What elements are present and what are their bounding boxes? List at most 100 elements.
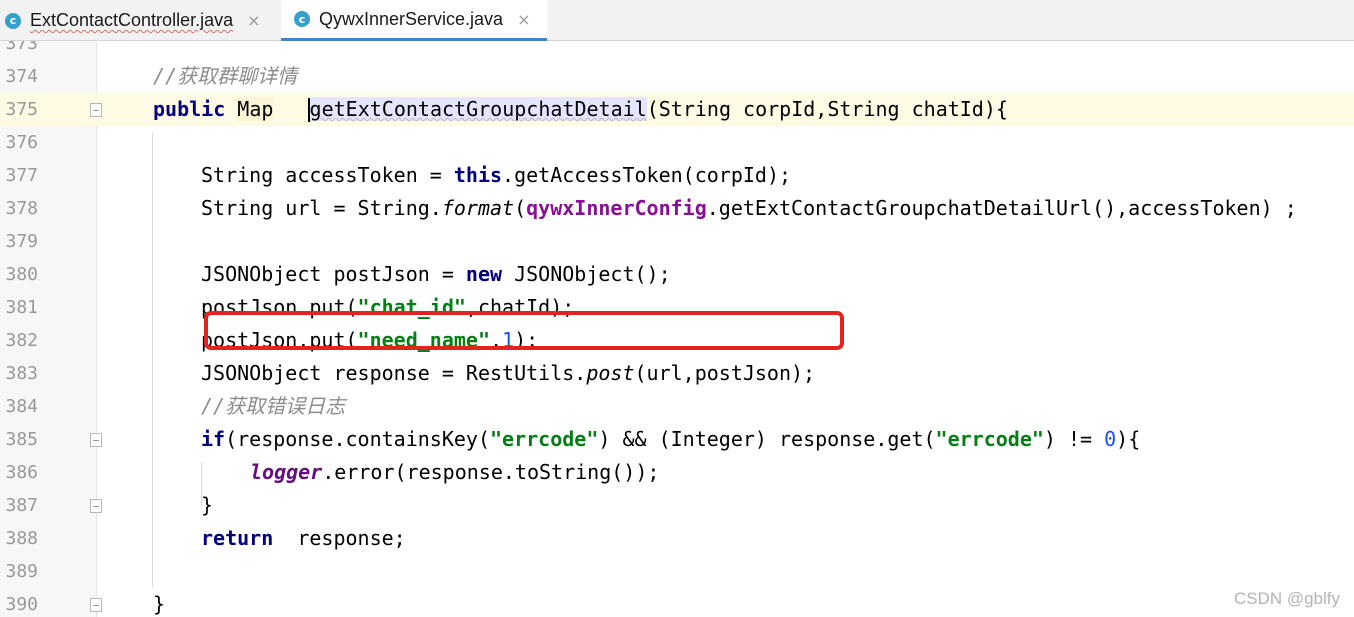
line-number: 390 — [5, 594, 38, 615]
code-text: } — [153, 588, 165, 617]
tab-extcontactcontroller[interactable]: c ExtContactController.java × — [0, 0, 281, 41]
code-text: public Map getExtContactGroupchatDetail(… — [153, 93, 1008, 126]
code-token: "errcode" — [935, 427, 1044, 451]
code-line[interactable]: 383 JSONObject response = RestUtils.post(… — [0, 357, 1354, 390]
code-token: public — [153, 97, 226, 121]
code-token: post — [586, 361, 635, 385]
code-line[interactable]: 386 logger.error(response.toString()); — [0, 456, 1354, 489]
indent-guide — [152, 132, 153, 588]
code-token: ){ — [1116, 427, 1141, 451]
code-token: JSONObject response = RestUtils. — [201, 361, 587, 385]
code-token: } — [201, 493, 214, 517]
code-token: ( — [514, 196, 527, 220]
line-number: 380 — [5, 264, 38, 285]
code-token: "errcode" — [490, 427, 599, 451]
line-number: 381 — [5, 297, 38, 318]
code-token: } — [153, 592, 166, 616]
code-token: JSONObject(); — [502, 262, 671, 286]
code-line[interactable]: 380 JSONObject postJson = new JSONObject(… — [0, 258, 1354, 291]
line-number: 383 — [5, 363, 38, 384]
code-token: response; — [273, 526, 406, 550]
code-token: (response.containsKey( — [225, 427, 490, 451]
code-token: .getAccessToken(corpId); — [502, 163, 792, 187]
code-token: .error(response.toString()); — [322, 460, 660, 484]
code-token: (url,postJson); — [634, 361, 816, 385]
code-line[interactable]: 376 — [0, 126, 1354, 159]
code-token: getExtContactGroupchatDetail — [309, 97, 647, 121]
code-token: JSONObject postJson = — [201, 262, 466, 286]
code-text: if(response.containsKey("errcode") && (I… — [201, 423, 1140, 456]
code-text: String url = String.format(qywxInnerConf… — [201, 192, 1297, 225]
close-icon[interactable]: × — [517, 10, 530, 29]
line-number: 388 — [5, 528, 38, 549]
line-number: 374 — [5, 66, 38, 87]
code-token: this — [453, 163, 503, 187]
class-file-icon: c — [5, 12, 21, 29]
code-line[interactable]: 388 return response; — [0, 522, 1354, 555]
code-line[interactable]: 390} — [0, 588, 1354, 617]
tab-label: ExtContactController.java — [30, 10, 234, 30]
line-number: 378 — [5, 198, 38, 219]
code-token: String accessToken = — [201, 163, 454, 187]
indent-guide — [201, 462, 202, 506]
code-token: //获取错误日志 — [201, 394, 346, 418]
line-number: 387 — [5, 495, 38, 516]
code-token: .getExtContactGroupchatDetailUrl(),acces… — [706, 196, 1297, 220]
code-line[interactable]: 375 public Map getExtContactGroupchatDeta… — [0, 93, 1354, 126]
code-line[interactable]: 377 String accessToken = this.getAccessTo… — [0, 159, 1354, 192]
tab-qywxinnerservice[interactable]: c QywxInnerService.java × — [281, 0, 547, 41]
code-text: return response; — [201, 522, 406, 555]
fold-collapse-icon[interactable] — [90, 433, 102, 447]
code-token: return — [201, 526, 274, 550]
tab-label: QywxInnerService.java — [319, 8, 504, 29]
code-token: format — [441, 196, 515, 220]
code-token: ) != — [1043, 427, 1105, 451]
editor-tab-bar: c ExtContactController.java × c QywxInne… — [0, 0, 1354, 41]
code-line[interactable]: 384 //获取错误日志 — [0, 390, 1354, 423]
code-line[interactable]: 389 — [0, 555, 1354, 588]
close-icon[interactable]: × — [247, 11, 260, 30]
code-line[interactable]: 385 if(response.containsKey("errcode") &&… — [0, 423, 1354, 456]
line-number: 377 — [5, 165, 38, 186]
code-text: //获取错误日志 — [201, 390, 345, 423]
code-text: JSONObject postJson = new JSONObject(); — [201, 258, 671, 291]
fold-collapse-icon[interactable] — [90, 103, 102, 117]
fold-end-icon[interactable] — [90, 499, 102, 513]
code-token: ) && (Integer) response.get( — [598, 427, 936, 451]
line-number: 373 — [5, 41, 38, 54]
code-token: (String corpId,String chatId){ — [646, 97, 1008, 121]
watermark: CSDN @gblfy — [1233, 589, 1340, 608]
code-line[interactable]: 379 — [0, 225, 1354, 258]
highlight-annotation-box — [204, 311, 844, 350]
line-number: 379 — [5, 231, 38, 252]
code-line[interactable]: 374 //获取群聊详情 — [0, 60, 1354, 93]
code-text: JSONObject response = RestUtils.post(url… — [201, 357, 815, 390]
code-line[interactable]: 387} — [0, 489, 1354, 522]
code-line[interactable]: 373 — [0, 41, 1354, 60]
code-line[interactable]: 378 String url = String.format(qywxInnerC… — [0, 192, 1354, 225]
line-number: 389 — [5, 561, 38, 582]
code-text: } — [201, 489, 213, 522]
code-text: //获取群聊详情 — [153, 60, 297, 93]
code-token: if — [201, 427, 226, 451]
line-number: 376 — [5, 132, 38, 153]
line-number: 384 — [5, 396, 38, 417]
line-number: 382 — [5, 330, 38, 351]
fold-end-icon[interactable] — [90, 598, 102, 612]
code-text: String accessToken = this.getAccessToken… — [201, 159, 791, 192]
code-token: String url = String. — [201, 196, 442, 220]
code-token: qywxInnerConfig — [526, 196, 707, 220]
class-file-icon: c — [294, 11, 310, 27]
code-token: 0 — [1104, 427, 1117, 451]
code-token: Map — [237, 97, 274, 121]
line-number: 385 — [5, 429, 38, 450]
code-token: new — [465, 262, 503, 286]
code-text: logger.error(response.toString()); — [250, 456, 659, 489]
line-number: 386 — [5, 462, 38, 483]
code-token: //获取群聊详情 — [153, 64, 298, 88]
text-caret — [308, 98, 310, 122]
line-number: 375 — [5, 99, 38, 120]
code-token: logger — [250, 460, 323, 484]
